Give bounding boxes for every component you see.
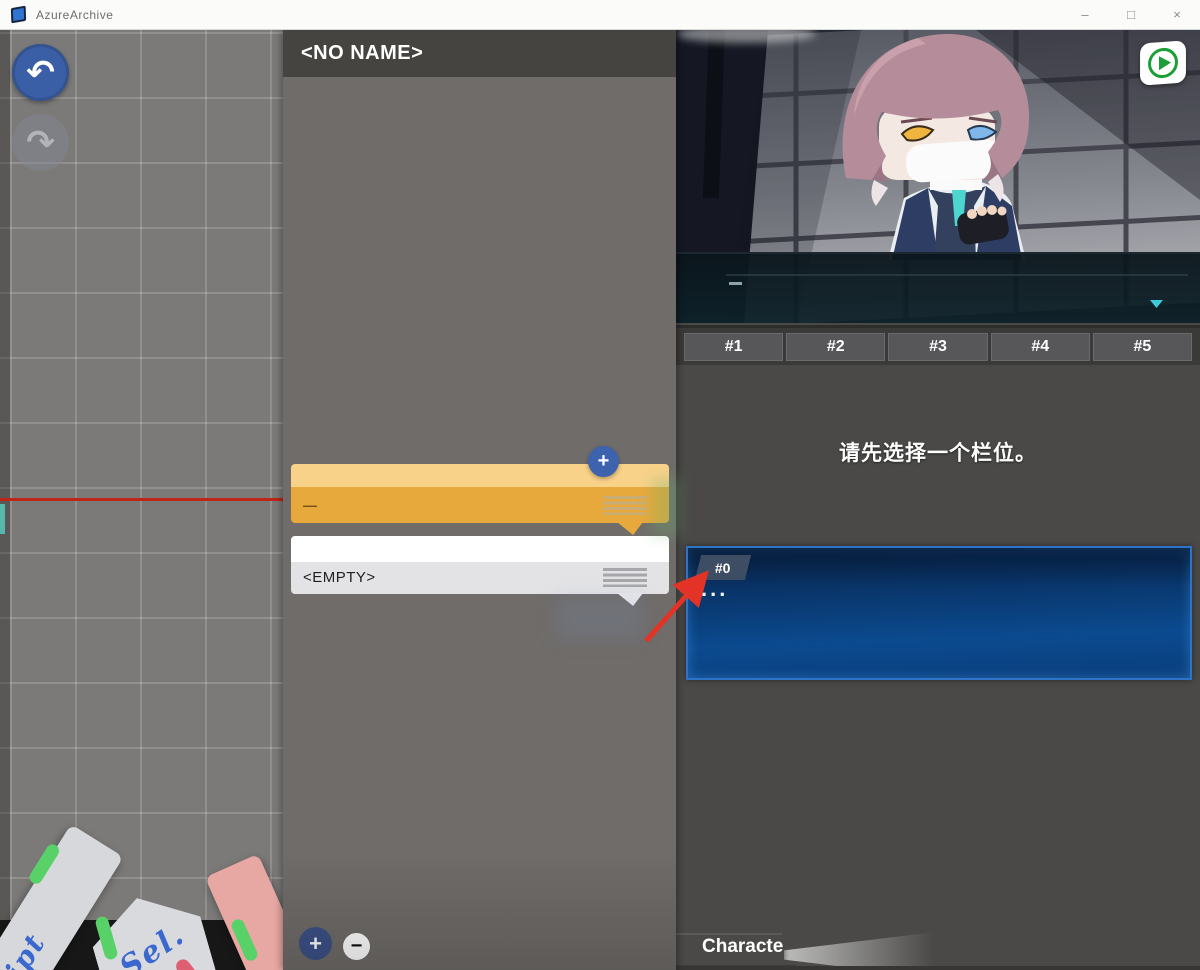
empty-card-body: <EMPTY> (291, 562, 669, 594)
titlebar: AzureArchive – □ × (0, 0, 1200, 30)
slot-card-0[interactable]: #0 ... (686, 546, 1192, 680)
preview-viewport[interactable] (676, 30, 1200, 323)
card-tail (617, 593, 643, 606)
tab-slot-1[interactable]: #1 (684, 333, 783, 361)
redo-button[interactable]: ↷ (12, 114, 69, 171)
character-scene (676, 30, 1200, 323)
maximize-button[interactable]: □ (1108, 0, 1154, 29)
card-tail (617, 522, 643, 535)
tab-slot-3[interactable]: #3 (888, 333, 987, 361)
bottom-edge (676, 966, 1200, 970)
zoom-in-button[interactable]: + (299, 927, 332, 960)
app-logo-icon (11, 6, 26, 24)
minimize-button[interactable]: – (1062, 0, 1108, 29)
command-card-label: — (303, 498, 317, 512)
add-command-button[interactable]: + (588, 446, 619, 477)
script-panel: <NO NAME> — + <EMPTY> + − (283, 30, 676, 970)
empty-card-header (291, 536, 669, 562)
command-card-body: — (291, 487, 669, 523)
footer-divider (676, 933, 782, 935)
minus-icon: − (351, 935, 363, 958)
undo-icon: ↶ (26, 53, 55, 93)
tab-character[interactable]: Characte (702, 936, 783, 958)
close-button[interactable]: × (1154, 0, 1200, 29)
glare-streak (784, 926, 984, 970)
teal-marker (0, 504, 5, 534)
tab-slot-2[interactable]: #2 (786, 333, 885, 361)
preview-panel: #1 #2 #3 #4 #5 请先选择一个栏位。 #0 ... Characte (676, 30, 1200, 970)
select-slot-hint: 请先选择一个栏位。 (676, 437, 1200, 467)
node-canvas[interactable]: ↶ ↷ cript Sel. Exi (0, 30, 283, 970)
play-button[interactable] (1140, 40, 1186, 85)
window-controls: – □ × (1062, 0, 1200, 29)
tab-slot-4[interactable]: #4 (991, 333, 1090, 361)
slot-tab-strip: #1 #2 #3 #4 #5 (676, 325, 1200, 365)
play-icon (1148, 47, 1178, 79)
app-window: AzureArchive – □ × ↶ ↷ cript Sel. Exi (0, 0, 1200, 970)
tab-slot-5[interactable]: #5 (1093, 333, 1192, 361)
undo-button[interactable]: ↶ (12, 44, 69, 101)
drag-handle-icon[interactable] (603, 568, 647, 587)
connector-pill-icon (27, 842, 61, 886)
window-title: AzureArchive (36, 8, 113, 22)
script-panel-header: <NO NAME> (283, 30, 676, 77)
redo-icon: ↷ (26, 123, 55, 163)
script-title: <NO NAME> (301, 42, 423, 65)
drag-handle-icon[interactable] (603, 496, 647, 515)
zoom-out-button[interactable]: − (343, 933, 370, 960)
guide-line-horizontal (0, 498, 283, 501)
dialogue-dash (729, 282, 742, 285)
plus-icon: + (309, 931, 322, 957)
plus-icon: + (598, 450, 610, 473)
empty-card[interactable]: <EMPTY> (291, 536, 669, 594)
slot-content-text: ... (701, 576, 728, 602)
empty-card-label: <EMPTY> (303, 569, 376, 586)
palette-card-label: Exi (259, 954, 283, 970)
palette-card-label: cript (0, 920, 56, 970)
